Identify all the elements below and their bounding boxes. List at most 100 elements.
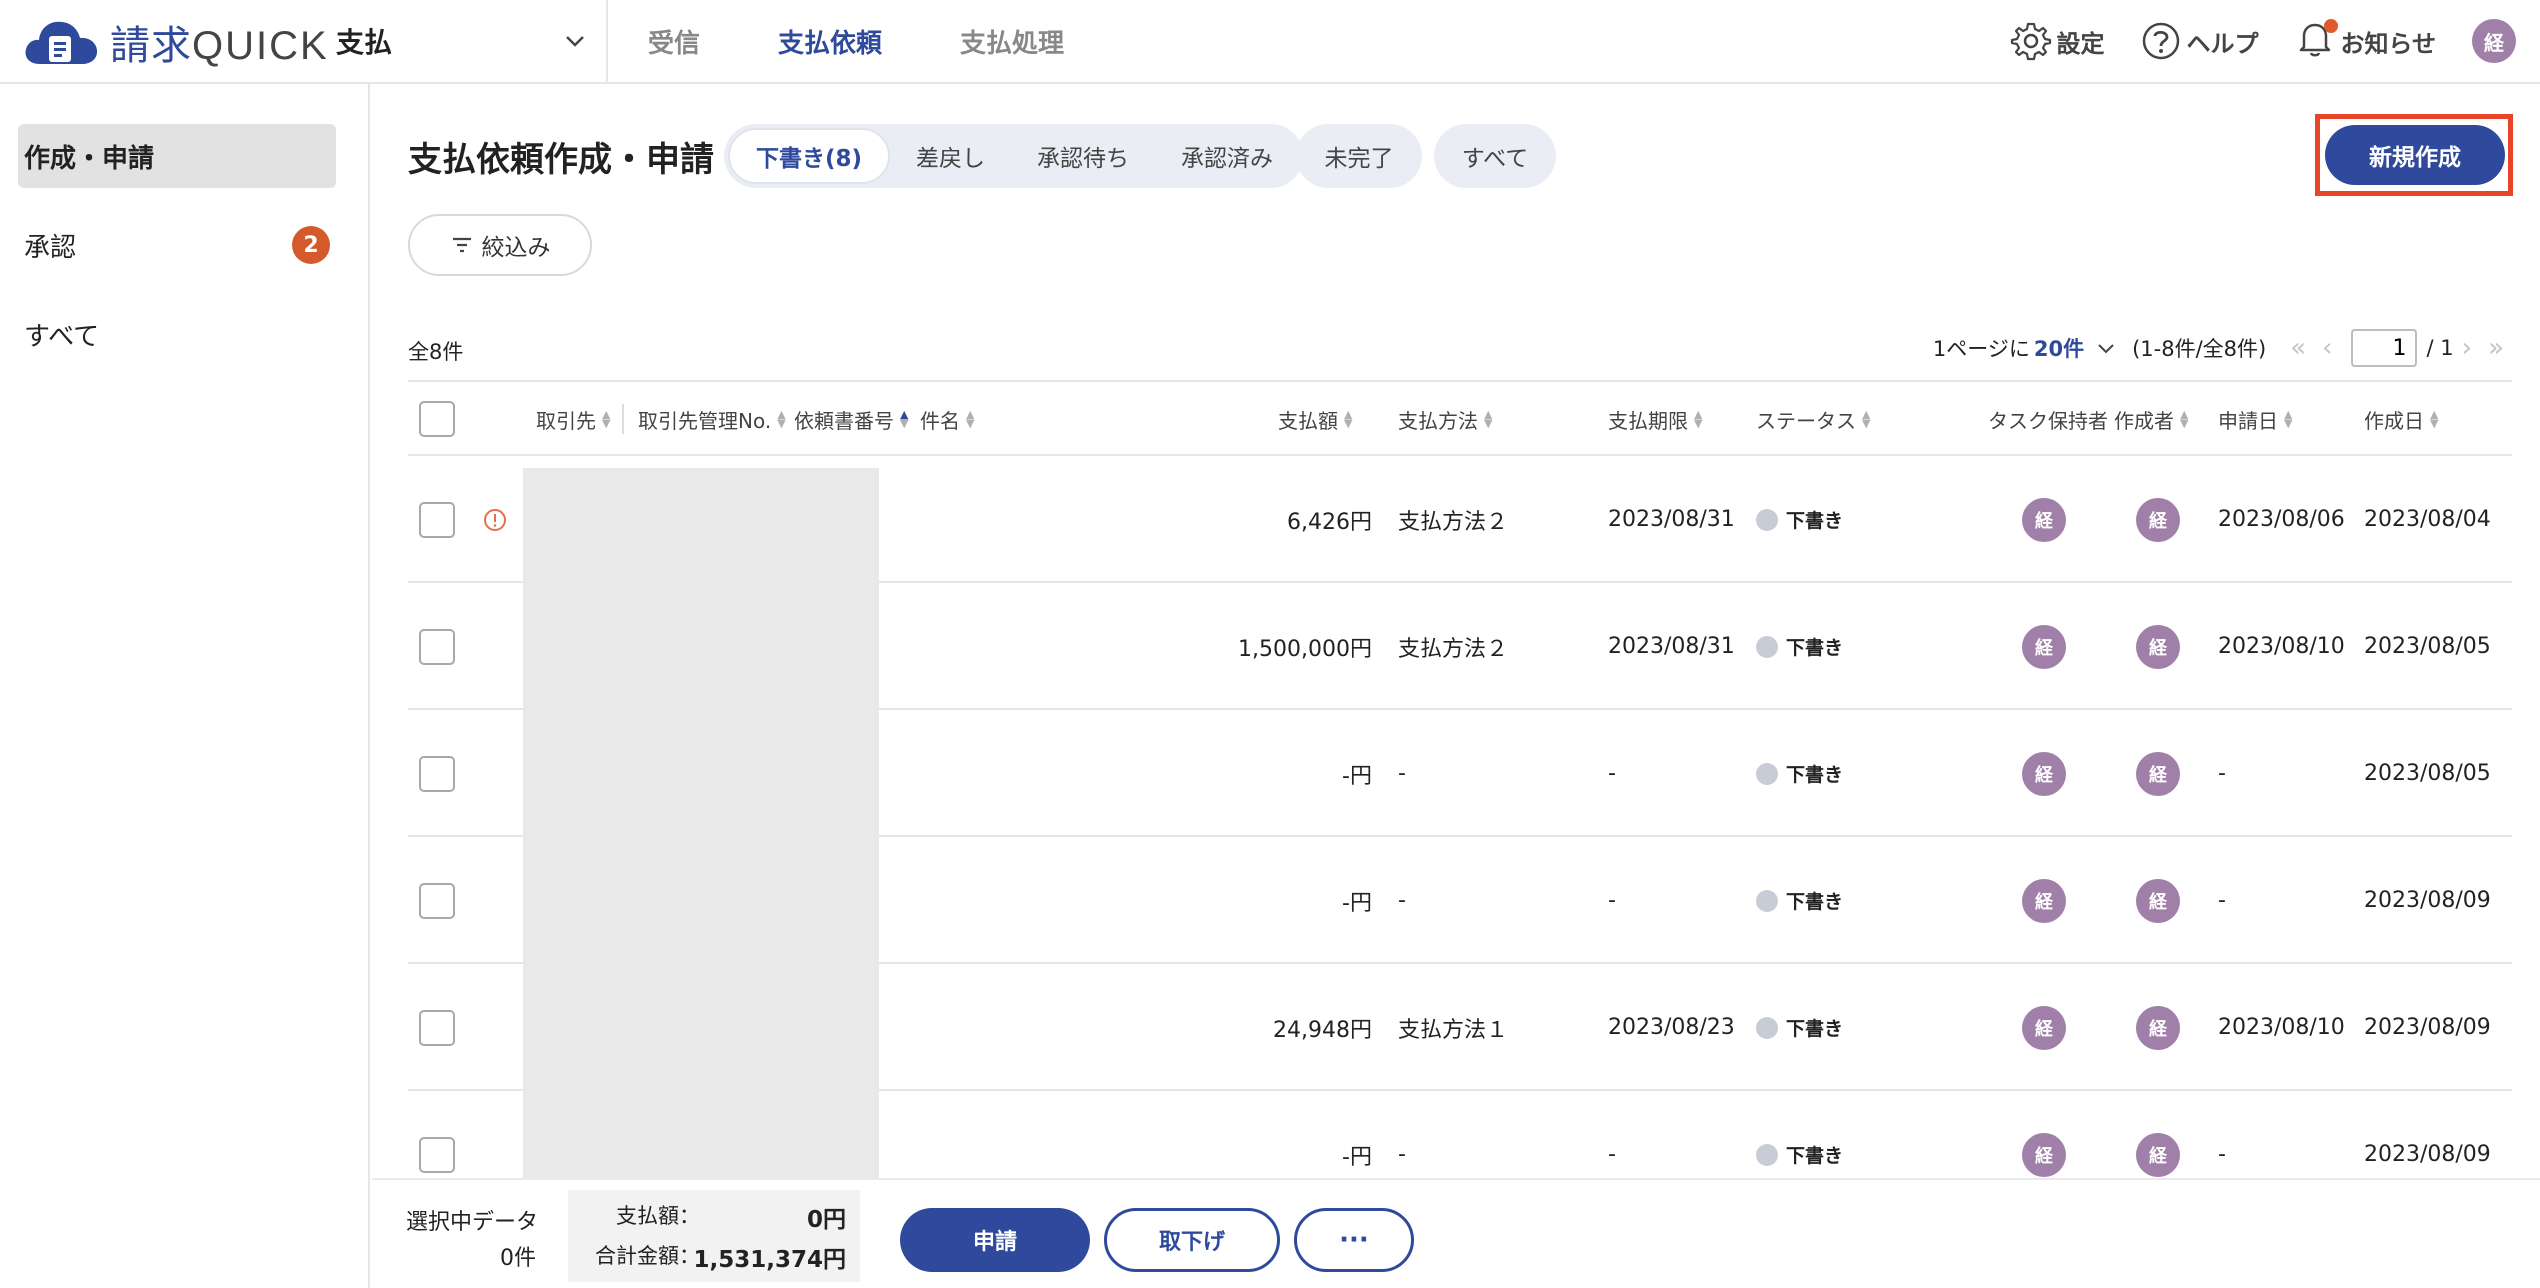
created-date-cell: 2023/08/05 [2364, 634, 2491, 659]
row-checkbox[interactable] [419, 755, 455, 792]
col-subject[interactable]: 件名 ▲ ▼ [920, 382, 974, 456]
created-date-cell: 2023/08/04 [2364, 507, 2491, 532]
notifications-label: お知らせ [2340, 29, 2436, 58]
col-due[interactable]: 支払期限 ▲ ▼ [1608, 382, 1702, 456]
col-partner-no[interactable]: 取引先管理No. ▲ ▼ [638, 382, 786, 456]
tab-approved[interactable]: 承認済み [1155, 128, 1299, 184]
amount-cell: -円 [1342, 763, 1372, 789]
sidebar-item-label: 承認 [24, 232, 77, 263]
withdraw-button[interactable]: 取下げ [1104, 1208, 1280, 1272]
total-amount-value: 1,531,374円 [693, 1247, 847, 1273]
more-actions-button[interactable]: ··· [1294, 1208, 1414, 1272]
holder-cell: 経 [2022, 583, 2066, 710]
page-number-input[interactable] [2350, 329, 2417, 367]
selected-amount-value: 0円 [806, 1207, 846, 1233]
app-selector[interactable]: 支払 [336, 0, 604, 82]
sidebar-item-create-apply[interactable]: 作成・申請 [18, 124, 336, 188]
col-created-date[interactable]: 作成日 ▲ ▼ [2364, 382, 2438, 456]
amount-summary: 支払額： 0円 合計金額： 1,531,374円 [568, 1190, 860, 1282]
due-cell: 2023/08/23 [1608, 1015, 1735, 1040]
status-cell: 下書き [1756, 837, 1843, 964]
settings-button[interactable]: 設定 [2010, 20, 2104, 62]
status-dot [1756, 1016, 1778, 1039]
tab-incomplete[interactable]: 未完了 [1296, 124, 1422, 188]
gear-icon [2011, 22, 2052, 61]
table-header: 取引先 ▲ ▼ 取引先管理No. ▲ ▼ 依頼書番号 ▲ ▼ 件名 ▲ ▼ 支払額 ▲ ▼ 支払方法… [408, 380, 2512, 456]
task-holder-avatar: 経 [2022, 751, 2066, 796]
logo-text: 請求QUICK [110, 23, 329, 69]
sort-icon: ▲ ▼ [2284, 408, 2293, 430]
user-menu[interactable]: 経 [2472, 19, 2516, 63]
nav-payment-process[interactable]: 支払処理 [960, 23, 1064, 60]
col-creator[interactable]: 作成者 ▲ ▼ [2114, 382, 2188, 456]
task-holder-avatar: 経 [2022, 624, 2066, 669]
select-all-cell [419, 382, 455, 456]
page-range: (1-8件/全8件) [2132, 337, 2267, 361]
tab-draft[interactable]: 下書き(8) [728, 128, 891, 184]
first-page-icon[interactable]: « [2290, 333, 2306, 363]
chevron-down-icon[interactable] [2096, 338, 2116, 358]
filter-label: 絞込み [481, 235, 551, 261]
select-all-checkbox[interactable] [419, 401, 455, 437]
help-button[interactable]: ヘルプ [2140, 20, 2258, 62]
amount-cell: 24,948円 [1273, 1017, 1372, 1043]
tab-returned[interactable]: 差戻し [890, 128, 1011, 184]
app-logo[interactable]: 請求QUICK [22, 14, 329, 70]
per-page-select[interactable]: 20件 [2034, 333, 2084, 363]
filter-button[interactable]: 絞込み [408, 214, 592, 276]
last-page-icon[interactable]: » [2488, 333, 2504, 363]
new-create-button[interactable]: 新規作成 [2325, 125, 2505, 185]
status-badge: 下書き [1786, 1145, 1844, 1167]
nav-payment-request[interactable]: 支払依頼 [778, 23, 882, 60]
prev-page-icon[interactable]: ‹ [2322, 333, 2332, 363]
row-checkbox[interactable] [419, 628, 455, 665]
creator-avatar: 経 [2136, 878, 2180, 923]
row-checkbox[interactable] [419, 882, 455, 919]
col-request-no[interactable]: 依頼書番号 ▲ ▼ [794, 382, 908, 456]
row-checkbox[interactable] [419, 1136, 455, 1173]
row-select-cell [419, 964, 455, 1091]
total-count: 全8件 [408, 340, 464, 364]
method-cell: 支払方法２ [1398, 636, 1509, 662]
applied-date-cell: 2023/08/10 [2218, 1015, 2345, 1040]
col-method[interactable]: 支払方法 ▲ ▼ [1398, 382, 1492, 456]
created-date-cell: 2023/08/09 [2364, 1015, 2491, 1040]
col-applied-date[interactable]: 申請日 ▲ ▼ [2218, 382, 2292, 456]
pagination: 1ページに 20件 (1-8件/全8件) « ‹ / 1 › » [1933, 328, 2512, 368]
col-amount[interactable]: 支払額 ▲ ▼ [1278, 382, 1352, 456]
tab-all[interactable]: すべて [1434, 124, 1556, 188]
apply-button[interactable]: 申請 [900, 1208, 1090, 1272]
task-holder-avatar: 経 [2022, 497, 2066, 542]
row-checkbox[interactable] [419, 501, 455, 538]
header-divider [606, 0, 608, 82]
nav-receive[interactable]: 受信 [648, 23, 700, 60]
sort-icon: ▲ ▼ [602, 408, 611, 430]
tab-awaiting-approval[interactable]: 承認待ち [1011, 128, 1155, 184]
applied-date-cell: - [2218, 888, 2226, 913]
header-actions: 設定 ヘルプ お知らせ 経 [1974, 0, 2516, 82]
sidebar-item-approval[interactable]: 承認 2 [18, 213, 336, 277]
notifications-button[interactable]: お知らせ [2294, 17, 2436, 65]
selection-footer: 選択中データ 0件 支払額： 0円 合計金額： 1,531,374円 申請 取下… [372, 1178, 2540, 1288]
due-cell: - [1608, 761, 1616, 786]
creator-cell: 経 [2136, 583, 2180, 710]
status-cell: 下書き [1756, 583, 1843, 710]
col-status[interactable]: ステータス ▲ ▼ [1756, 382, 1870, 456]
next-page-icon[interactable]: › [2462, 333, 2472, 363]
holder-cell: 経 [2022, 964, 2066, 1091]
sort-icon: ▲ ▼ [1694, 408, 1703, 430]
row-select-cell [419, 583, 455, 710]
sidebar-item-all[interactable]: すべて [18, 302, 336, 366]
row-checkbox[interactable] [419, 1009, 455, 1046]
amount-cell: 6,426円 [1287, 509, 1372, 535]
status-badge: 下書き [1786, 637, 1844, 659]
column-separator [622, 404, 624, 434]
status-badge: 下書き [1786, 891, 1844, 913]
col-partner[interactable]: 取引先 ▲ ▼ [536, 382, 610, 456]
help-icon [2143, 22, 2180, 60]
sidebar: 作成・申請 承認 2 すべて [0, 84, 370, 1288]
creator-avatar: 経 [2136, 1005, 2180, 1050]
method-cell: - [1398, 761, 1406, 786]
sort-icon: ▲ ▼ [1344, 408, 1353, 430]
status-cell: 下書き [1756, 710, 1843, 837]
